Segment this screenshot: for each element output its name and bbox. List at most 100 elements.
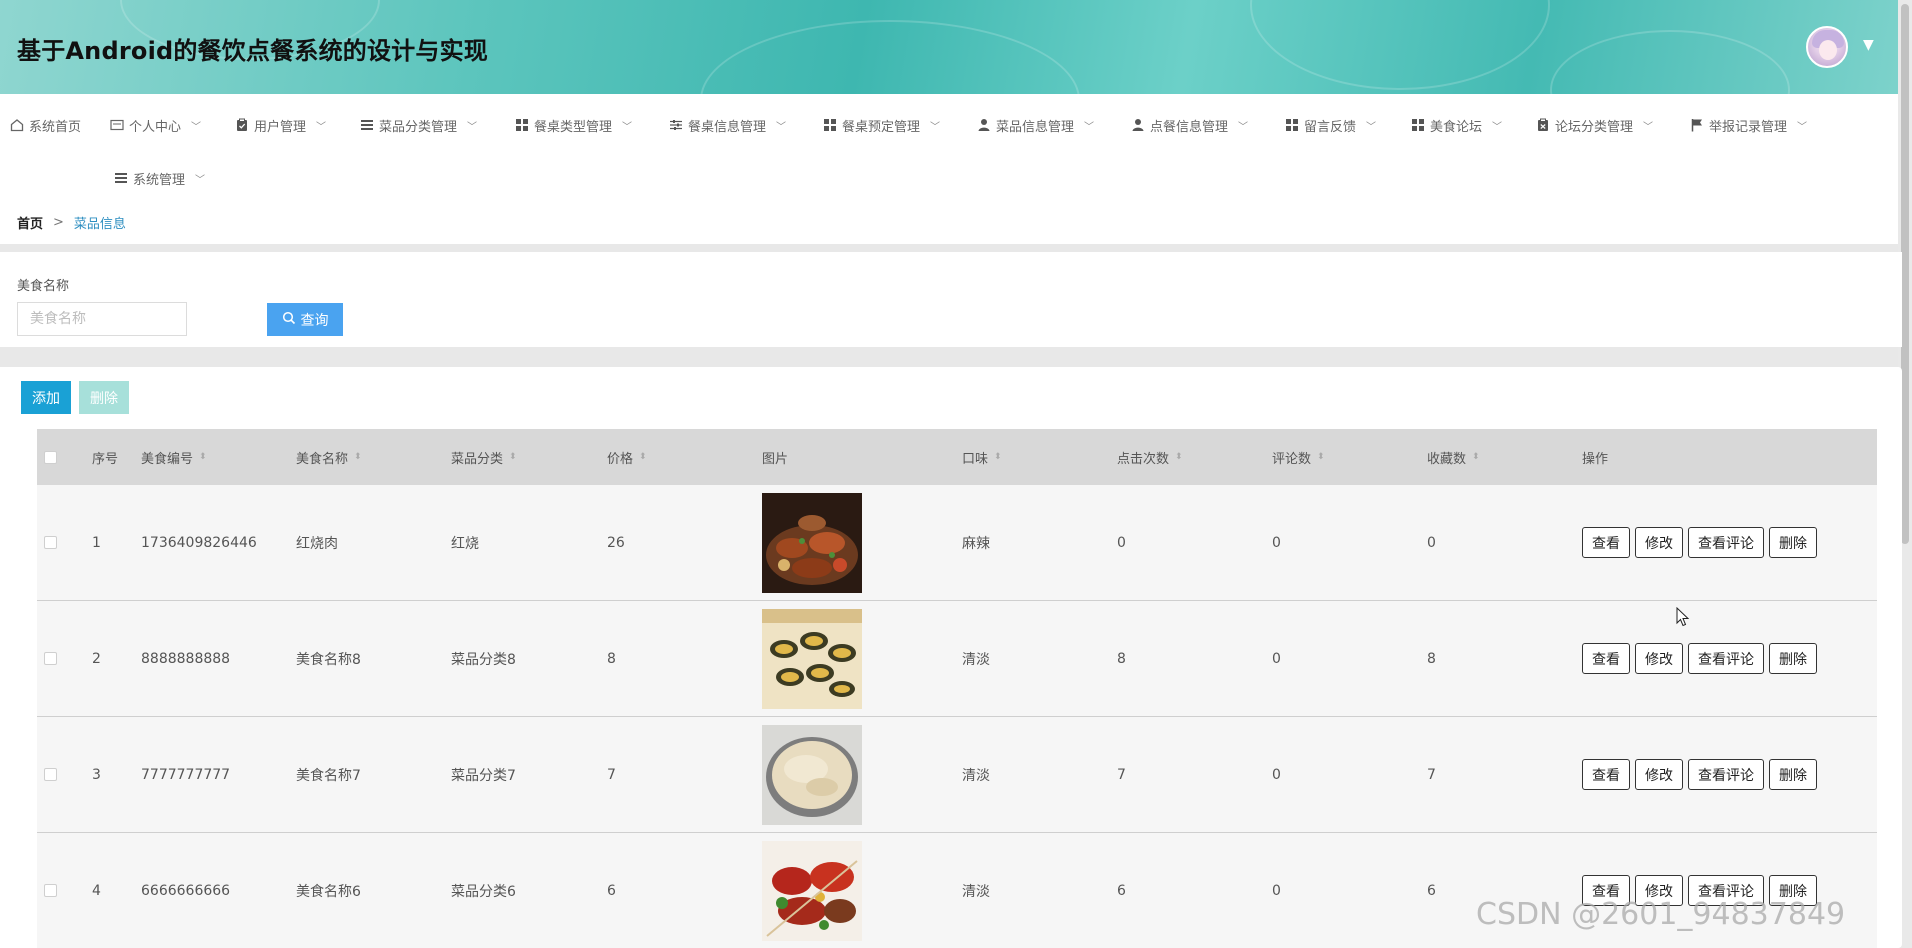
view-button[interactable]: 查看 (1582, 527, 1630, 558)
dish-photo-skewers[interactable] (762, 840, 862, 941)
table-row: 2 8888888888 美食名称8 菜品分类8 8 清淡 8 0 8 查看 修… (37, 601, 1877, 717)
row-price: 8 (607, 650, 616, 667)
delete-selected-button[interactable]: 删除 (79, 381, 129, 414)
row-name: 美食名称7 (296, 767, 361, 784)
dish-table: 序号 美食编号 ⬍ 美食名称 ⬍ 菜品分类 ⬍ 价格 ⬍ 图片 口味 ⬍ 点击次数 ⬍ 评论… (37, 429, 1877, 948)
chevron-down-icon: ﹀ (1797, 121, 1808, 133)
list-icon (360, 118, 374, 132)
search-button[interactable]: 查询 (267, 303, 343, 336)
nav-item-label: 论坛分类管理 (1555, 119, 1634, 135)
nav-item-feedback[interactable]: 留言反馈 ﹀ (1285, 114, 1376, 136)
row-checkbox[interactable] (44, 884, 57, 897)
header-decoration (1250, 0, 1550, 90)
nav-item-home[interactable]: 系统首页 (10, 114, 81, 136)
row-comments: 0 (1272, 882, 1281, 899)
nav-item-label: 餐桌预定管理 (842, 119, 921, 135)
nav-item-table-type-management[interactable]: 餐桌类型管理 ﹀ (515, 114, 632, 136)
user-icon (977, 118, 991, 132)
delete-button[interactable]: 删除 (1769, 759, 1817, 790)
edit-button[interactable]: 修改 (1635, 759, 1683, 790)
section-divider (0, 347, 1898, 367)
select-all-checkbox[interactable] (44, 450, 57, 464)
page-scrollbar-thumb[interactable] (1901, 4, 1909, 544)
sort-icon: ⬍ (1317, 451, 1325, 462)
nav-item-label: 餐桌信息管理 (688, 119, 767, 135)
nav-item-dish-info-management[interactable]: 菜品信息管理 ﹀ (977, 114, 1094, 136)
column-header[interactable]: 口味 ⬍ (962, 429, 1002, 485)
row-category: 菜品分类8 (451, 651, 516, 668)
search-button-label: 查询 (300, 312, 329, 329)
column-header[interactable]: 美食编号 ⬍ (141, 429, 207, 485)
row-clicks: 6 (1117, 882, 1126, 899)
nav-item-order-info-management[interactable]: 点餐信息管理 ﹀ (1131, 114, 1248, 136)
view-comments-button[interactable]: 查看评论 (1688, 759, 1764, 790)
row-category: 菜品分类7 (451, 767, 516, 784)
row-price: 6 (607, 882, 616, 899)
edit-button[interactable]: 修改 (1635, 643, 1683, 674)
row-checkbox[interactable] (44, 536, 57, 549)
dish-photo-platter[interactable] (762, 492, 862, 593)
delete-button[interactable]: 删除 (1769, 527, 1817, 558)
nav-item-report-record-management[interactable]: 举报记录管理 ﹀ (1690, 114, 1807, 136)
search-icon (282, 311, 296, 329)
row-price: 7 (607, 766, 616, 783)
row-checkbox[interactable] (44, 768, 57, 781)
column-header[interactable]: 菜品分类 ⬍ (451, 429, 517, 485)
nav-item-label: 菜品分类管理 (379, 119, 458, 135)
view-button[interactable]: 查看 (1582, 643, 1630, 674)
row-taste: 清淡 (962, 651, 990, 668)
view-button[interactable]: 查看 (1582, 759, 1630, 790)
row-clicks: 0 (1117, 534, 1126, 551)
row-index: 1 (92, 534, 101, 551)
chevron-down-icon: ﹀ (776, 121, 787, 133)
mouse-cursor-icon (1676, 606, 1690, 631)
column-header[interactable]: 价格 ⬍ (607, 429, 647, 485)
nav-item-personal-center[interactable]: 个人中心 ﹀ (110, 114, 201, 136)
add-button[interactable]: 添加 (21, 381, 71, 414)
chevron-down-icon: ﹀ (1492, 121, 1503, 133)
row-code: 6666666666 (141, 882, 231, 899)
home-icon (10, 118, 24, 132)
sort-icon: ⬍ (509, 451, 517, 462)
row-name: 美食名称8 (296, 651, 361, 668)
chevron-down-icon: ﹀ (316, 121, 327, 133)
nav-item-system-management[interactable]: 系统管理 ﹀ (114, 167, 205, 189)
app-title: 基于Android的餐饮点餐系统的设计与实现 (17, 37, 488, 65)
nav-item-user-management[interactable]: 用户管理 ﹀ (235, 114, 326, 136)
nav-item-label: 美食论坛 (1430, 119, 1483, 135)
delete-button[interactable]: 删除 (1769, 643, 1817, 674)
row-code: 8888888888 (141, 650, 231, 667)
view-comments-button[interactable]: 查看评论 (1688, 527, 1764, 558)
id-card-icon (110, 118, 124, 132)
caret-down-icon[interactable]: ▼ (1863, 37, 1874, 53)
search-input[interactable] (17, 302, 187, 336)
nav-item-table-reservation-management[interactable]: 餐桌预定管理 ﹀ (823, 114, 940, 136)
chevron-down-icon: ﹀ (195, 174, 206, 186)
nav-item-dish-category-management[interactable]: 菜品分类管理 ﹀ (360, 114, 477, 136)
dish-photo-scallops[interactable] (762, 608, 862, 709)
user-icon (1131, 118, 1145, 132)
sort-icon: ⬍ (1472, 451, 1480, 462)
edit-button[interactable]: 修改 (1635, 527, 1683, 558)
row-clicks: 7 (1117, 766, 1126, 783)
column-header[interactable]: 美食名称 ⬍ (296, 429, 362, 485)
avatar-icon[interactable] (1806, 26, 1848, 68)
section-divider (0, 244, 1898, 252)
breadcrumb-home[interactable]: 首页 (17, 213, 43, 232)
column-header[interactable]: 评论数 ⬍ (1272, 429, 1325, 485)
header-decoration (1550, 30, 1790, 94)
nav-item-table-info-management[interactable]: 餐桌信息管理 ﹀ (669, 114, 786, 136)
row-index: 2 (92, 650, 101, 667)
row-name: 美食名称6 (296, 883, 361, 900)
row-comments: 0 (1272, 766, 1281, 783)
search-label: 美食名称 (17, 279, 70, 294)
nav-item-forum-category-management[interactable]: 论坛分类管理 ﹀ (1536, 114, 1653, 136)
column-header[interactable]: 收藏数 ⬍ (1427, 429, 1480, 485)
column-header[interactable]: 点击次数 ⬍ (1117, 429, 1183, 485)
nav-item-food-forum[interactable]: 美食论坛 ﹀ (1411, 114, 1502, 136)
dish-photo-rice[interactable] (762, 724, 862, 825)
select-all-checkbox-cell[interactable] (44, 429, 57, 485)
breadcrumb: 首页 > 菜品信息 (17, 213, 126, 232)
row-checkbox[interactable] (44, 652, 57, 665)
view-comments-button[interactable]: 查看评论 (1688, 643, 1764, 674)
